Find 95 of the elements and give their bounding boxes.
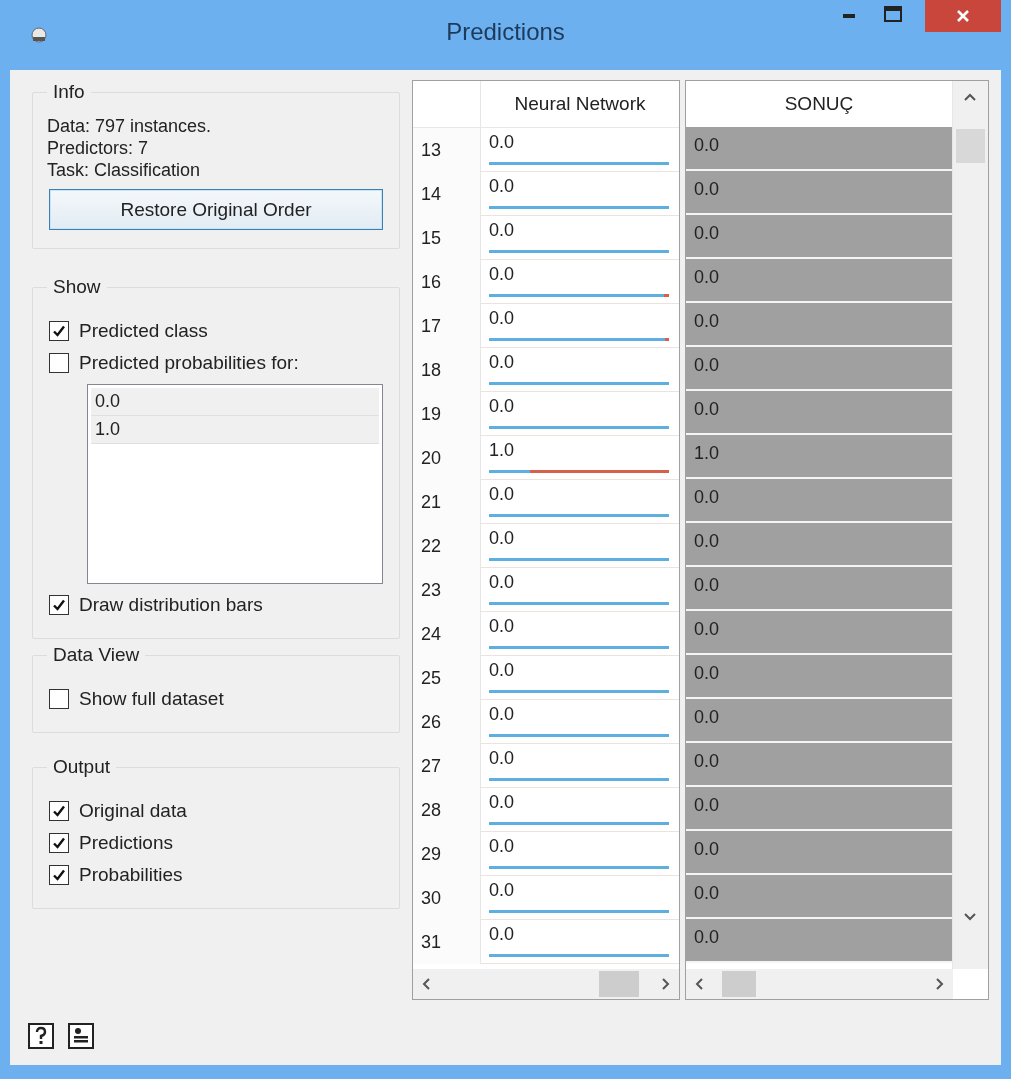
checkbox[interactable] [49,595,69,615]
prediction-value: 0.0 [489,880,515,901]
prediction-value: 0.0 [489,836,515,857]
row-number: 18 [421,359,442,381]
close-button[interactable] [925,0,1001,32]
row-number: 31 [421,931,442,953]
prediction-value: 0.0 [489,616,515,637]
actual-value-cell: 0.0 [686,347,952,391]
actual-value-cell: 0.0 [686,567,952,611]
actual-value-cell: 0.0 [686,479,952,523]
scrollbar-thumb[interactable] [956,129,985,163]
row-number: 15 [421,227,442,249]
checkbox-label[interactable]: Probabilities [79,864,183,886]
column-header[interactable]: Neural Network [481,81,679,127]
checkbox[interactable] [49,801,69,821]
row-number: 22 [421,535,442,557]
scroll-right-icon[interactable] [659,977,671,991]
prediction-value: 0.0 [489,924,515,945]
row-number: 13 [421,139,442,161]
row-number: 30 [421,887,442,909]
actual-value-cell: 0.0 [686,127,952,171]
checkbox-label[interactable]: Predicted class [79,320,208,342]
close-icon[interactable] [956,9,970,23]
checkbox-label[interactable]: Predictions [79,832,173,854]
checkbox-label[interactable]: Draw distribution bars [79,594,263,616]
row-number: 27 [421,755,442,777]
actual-value-cell: 0.0 [686,171,952,215]
row-number: 20 [421,447,442,469]
actual-value-cell: 0.0 [686,391,952,435]
scrollbar-thumb[interactable] [599,971,639,997]
prediction-value: 0.0 [489,308,515,329]
scrollbar-thumb[interactable] [722,971,756,997]
column-header[interactable]: SONUÇ [686,81,952,127]
prediction-value: 1.0 [489,440,515,461]
restore-order-button[interactable]: Restore Original Order [49,189,383,230]
actual-value-cell: 0.0 [686,303,952,347]
row-number: 19 [421,403,442,425]
prediction-value: 0.0 [489,572,515,593]
row-number: 23 [421,579,442,601]
prediction-value: 0.0 [489,352,515,373]
prediction-value: 0.0 [489,264,515,285]
prediction-value: 0.0 [489,792,515,813]
actual-value-cell: 0.0 [686,215,952,259]
row-number: 24 [421,623,442,645]
class-list-item[interactable]: 1.0 [91,416,379,444]
row-number: 14 [421,183,442,205]
info-text: Data: 797 instances. [47,115,212,137]
report-icon[interactable] [68,1023,94,1049]
prediction-value: 0.0 [489,176,515,197]
prediction-value: 0.0 [489,528,515,549]
actual-value-cell: 0.0 [686,523,952,567]
prediction-value: 0.0 [489,660,515,681]
scroll-left-icon[interactable] [421,977,433,991]
horizontal-scrollbar[interactable] [686,969,953,999]
row-number: 21 [421,491,442,513]
row-number: 29 [421,843,442,865]
checkbox-label[interactable]: Show full dataset [79,688,224,710]
actual-value-cell: 0.0 [686,743,952,787]
actual-value-cell: 0.0 [686,655,952,699]
prediction-value: 0.0 [489,704,515,725]
prediction-value: 0.0 [489,748,515,769]
vertical-scrollbar[interactable] [952,81,988,969]
row-number: 28 [421,799,442,821]
checkbox[interactable] [49,833,69,853]
prediction-value: 0.0 [489,132,515,153]
checkbox[interactable] [49,689,69,709]
horizontal-scrollbar[interactable] [413,969,679,999]
actual-value-cell: 0.0 [686,919,952,963]
row-number: 26 [421,711,442,733]
class-list-item[interactable]: 0.0 [91,388,379,416]
actual-value-cell: 0.0 [686,787,952,831]
window-title: Predictions [446,18,565,46]
actual-value-cell: 0.0 [686,699,952,743]
actual-value-cell: 1.0 [686,435,952,479]
prediction-value: 0.0 [489,484,515,505]
checkbox-label[interactable]: Predicted probabilities for: [79,352,299,374]
info-text: Predictors: 7 [47,137,149,159]
checkbox[interactable] [49,353,69,373]
actual-value-cell: 0.0 [686,875,952,919]
row-number: 25 [421,667,442,689]
actual-value-cell: 0.0 [686,831,952,875]
help-icon[interactable] [28,1023,54,1049]
info-text: Task: Classification [47,159,201,181]
actual-value-cell: 0.0 [686,611,952,655]
app-icon [30,26,48,44]
prediction-value: 0.0 [489,220,515,241]
scroll-left-icon[interactable] [694,977,706,991]
checkbox-label[interactable]: Original data [79,800,187,822]
checkbox[interactable] [49,321,69,341]
row-number: 16 [421,271,442,293]
scroll-right-icon[interactable] [933,977,945,991]
prediction-value: 0.0 [489,396,515,417]
row-number: 17 [421,315,442,337]
actual-value-cell: 0.0 [686,259,952,303]
checkbox[interactable] [49,865,69,885]
